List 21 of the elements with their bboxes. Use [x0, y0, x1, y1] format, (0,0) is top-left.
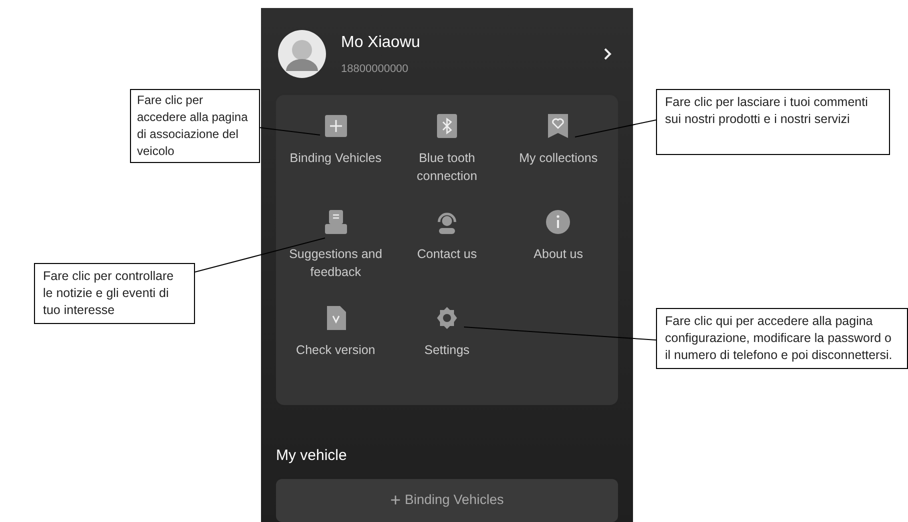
- binding-vehicles-button[interactable]: + Binding Vehicles: [276, 479, 618, 522]
- callout-text: Fare clic per accedere alla pagina di associazione del veicolo: [130, 89, 260, 163]
- menu-item[interactable]: Suggestions and feedback: [286, 244, 386, 281]
- user-name: Mo Xiaowu: [341, 32, 422, 53]
- avatar: [277, 28, 327, 79]
- menu-item[interactable]: Settings: [396, 340, 497, 359]
- menu-item[interactable]: Check version: [286, 340, 386, 359]
- phone-number: 18800000000: [341, 62, 410, 77]
- menu-item[interactable]: My collections: [508, 148, 608, 167]
- section-title: My vehicle: [276, 446, 348, 466]
- callout-text: Fare clic qui per accedere alla pagina configurazione, modificare la password o il numero di telefono e poi disconnettersi.: [656, 308, 908, 369]
- callout-text: Fare clic per controllare le notizie e gli eventi di tuo interesse: [34, 263, 195, 324]
- feedback-icon: [322, 208, 349, 235]
- info-icon: [545, 208, 572, 235]
- chevron-right-icon[interactable]: [603, 46, 613, 61]
- menu-item[interactable]: Binding Vehicles: [286, 148, 386, 167]
- menu-item[interactable]: Contact us: [396, 244, 497, 263]
- menu-item[interactable]: About us: [508, 244, 608, 263]
- menu-item[interactable]: Blue tooth connection: [396, 148, 497, 185]
- callout-text: Fare clic per lasciare i tuoi commenti sui nostri prodotti e i nostri servizi: [656, 89, 890, 155]
- plus-icon: [322, 112, 349, 139]
